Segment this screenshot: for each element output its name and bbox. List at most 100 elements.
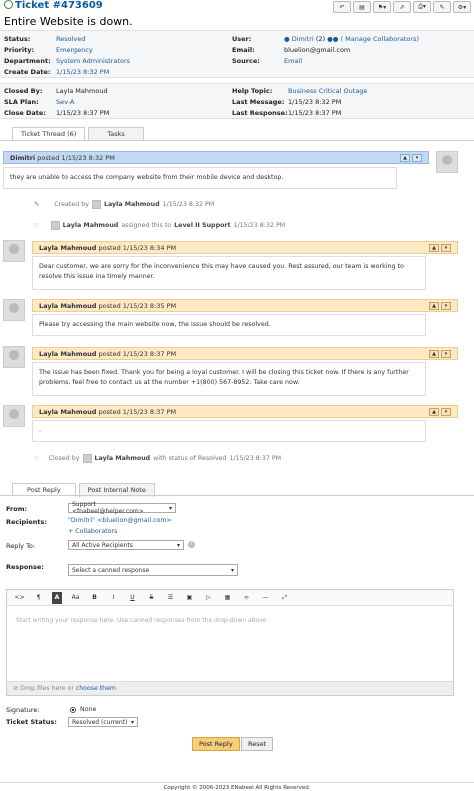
pin-icon[interactable]: ▲ [400, 154, 410, 162]
department-value: System Administrators [56, 57, 131, 65]
radio-icon[interactable] [70, 706, 76, 713]
user-row: User: ● Dimitri (2) ●● ( Manage Collabora… [232, 35, 420, 43]
strikethrough-icon[interactable]: S [143, 592, 160, 604]
bold-icon[interactable]: B [86, 592, 103, 604]
image-icon[interactable]: ▣ [181, 592, 198, 604]
close-date-row: Close Date: 1/15/23 8:37 PM [4, 109, 110, 117]
collaborators-link[interactable]: + Collaborators [68, 528, 117, 535]
collab-icon: ●● [327, 35, 339, 43]
message-body: . [32, 420, 426, 442]
tab-tasks[interactable]: Tasks [88, 127, 144, 141]
message-header: Layla Mahmoud posted 1/15/23 8:37 PM ▲ ▾ [32, 347, 458, 360]
choose-files-link[interactable]: choose them [76, 685, 116, 692]
avatar [436, 151, 458, 173]
info2-left: Closed By: Layla Mahmoud SLA Plan: Sev-A C… [4, 86, 109, 119]
font-size-icon[interactable]: Aa [67, 592, 84, 604]
canned-response-select[interactable]: Select a canned response ▾ [68, 564, 238, 576]
message-actions: ▲ ▾ [429, 408, 451, 416]
paragraph-icon[interactable]: ¶ [30, 592, 47, 604]
chevron-down-icon: ▾ [130, 718, 134, 726]
avatar [3, 405, 25, 427]
user-icon: ● [284, 35, 290, 43]
chevron-down-icon[interactable]: ▾ [441, 350, 451, 358]
refresh-icon[interactable] [4, 0, 13, 9]
ticket-info: Status: Resolved Priority: Emergency Depar… [0, 30, 474, 78]
chevron-down-icon[interactable]: ▾ [441, 244, 451, 252]
message-actions: ▲ ▾ [400, 154, 422, 162]
dropzone[interactable]: ⊘ Drop files here or choose them [7, 681, 453, 695]
thumbs-icon: ☞ [34, 455, 40, 462]
editor-toolbar: <> ¶ A Aa B I U S ☰ ▣ ▷ ▦ ∞ — ⤢ [7, 590, 453, 606]
edit-icon[interactable]: ✎ [433, 1, 451, 13]
signature-option[interactable]: None [70, 706, 96, 713]
avatar [82, 454, 92, 463]
message-body: they are unable to access the company we… [3, 167, 397, 189]
email-value: bluelion@gmail.com [284, 46, 351, 54]
print-icon[interactable]: ⎙▾ [413, 1, 431, 13]
post-reply-button[interactable]: Post Reply [192, 737, 240, 751]
event-created: ✎ Created by Layla Mahmoud 1/15/23 8:32 PM [34, 200, 215, 209]
manage-collaborators-link[interactable]: ( Manage Collaborators) [341, 35, 419, 43]
message-body: Please try accessing the main website no… [32, 314, 426, 336]
pin-icon[interactable]: ▲ [429, 244, 439, 252]
chevron-down-icon[interactable]: ▾ [441, 302, 451, 310]
info2-right: Help Topic: Business Critical Outage Last… [232, 86, 367, 119]
status-row: Status: Resolved [4, 35, 86, 43]
pin-icon[interactable]: ▲ [429, 302, 439, 310]
help-topic-row: Help Topic: Business Critical Outage [232, 87, 368, 95]
chevron-down-icon[interactable]: ▾ [441, 408, 451, 416]
recipient[interactable]: "Dimitri" <bluelion@gmail.com> [68, 517, 172, 524]
avatar [50, 221, 60, 230]
link-icon[interactable]: ∞ [238, 592, 255, 604]
message-header: Dimitri posted 1/15/23 8:32 PM ▲ ▾ [3, 151, 429, 164]
flag-icon[interactable]: ⚑▾ [373, 1, 391, 13]
event-closed: ☞ Closed by Layla Mahmoud with status of Re… [34, 454, 282, 463]
help-icon[interactable]: ? [188, 541, 195, 548]
ticket-subject: Entire Website is down. [4, 15, 133, 28]
avatar [3, 299, 25, 321]
code-icon[interactable]: <> [11, 592, 28, 604]
pin-icon[interactable]: ▲ [429, 408, 439, 416]
fullscreen-icon[interactable]: ⤢ [276, 592, 293, 604]
share-icon[interactable]: ⇗ [393, 1, 411, 13]
chevron-down-icon[interactable]: ▾ [412, 154, 422, 162]
message-actions: ▲ ▾ [429, 350, 451, 358]
create-date-value: 1/15/23 8:32 PM [56, 68, 110, 76]
sla-plan-row: SLA Plan: Sev-A [4, 98, 75, 106]
chevron-down-icon: ▾ [230, 566, 234, 574]
italic-icon[interactable]: I [105, 592, 122, 604]
pin-icon[interactable]: ▲ [429, 350, 439, 358]
ticket-number[interactable]: Ticket #473609 [4, 0, 103, 11]
closed-by-row: Closed By: Layla Mahmoud [4, 87, 108, 95]
list-icon[interactable]: ☰ [162, 592, 179, 604]
message-header: Layla Mahmoud posted 1/15/23 8:34 PM ▲ ▾ [32, 241, 458, 254]
ticket-toolbar: ↶ ▤ ⚑▾ ⇗ ⎙▾ ✎ ⚙▾ [333, 1, 471, 13]
editor-textarea[interactable]: Start writing your response here. Use ca… [16, 617, 266, 624]
underline-icon[interactable]: U [124, 592, 141, 604]
gear-icon[interactable]: ⚙▾ [453, 1, 471, 13]
department-row: Department: System Administrators [4, 57, 131, 65]
source-value: Email [284, 57, 303, 65]
hr-icon[interactable]: — [257, 592, 274, 604]
reply-to-select[interactable]: All Active Recipients ▾ [68, 540, 184, 550]
reset-button[interactable]: Reset [241, 737, 274, 751]
from-select[interactable]: Support <fnabeel@helper.com> ▾ [68, 501, 176, 515]
email-row: Email: bluelion@gmail.com [232, 46, 351, 54]
thread-tabs: Ticket Thread (6) Tasks [12, 127, 144, 141]
user-link[interactable]: Dimitri [292, 35, 314, 43]
ticket-info-2: Closed By: Layla Mahmoud SLA Plan: Sev-A C… [0, 83, 474, 119]
last-message-row: Last Message: 1/15/23 8:32 PM [232, 98, 342, 106]
video-icon[interactable]: ▷ [200, 592, 217, 604]
text-color-icon[interactable]: A [52, 591, 62, 604]
message-header: Layla Mahmoud posted 1/15/23 8:37 PM ▲ ▾ [32, 405, 458, 418]
file-icon[interactable]: ▤ [353, 1, 371, 13]
avatar [3, 346, 25, 368]
message-body: The issue has been fixed. Thank you for … [32, 362, 426, 396]
thumbs-icon: ☞ [34, 222, 40, 229]
reply-icon[interactable]: ↶ [333, 1, 351, 13]
reply-editor: <> ¶ A Aa B I U S ☰ ▣ ▷ ▦ ∞ — ⤢ Start wr… [6, 589, 454, 696]
tab-ticket-thread[interactable]: Ticket Thread (6) [12, 127, 86, 141]
ticket-status-select[interactable]: Resolved (current) ▾ [68, 717, 138, 727]
table-icon[interactable]: ▦ [219, 592, 236, 604]
ticket-number-text[interactable]: Ticket #473609 [15, 0, 103, 11]
